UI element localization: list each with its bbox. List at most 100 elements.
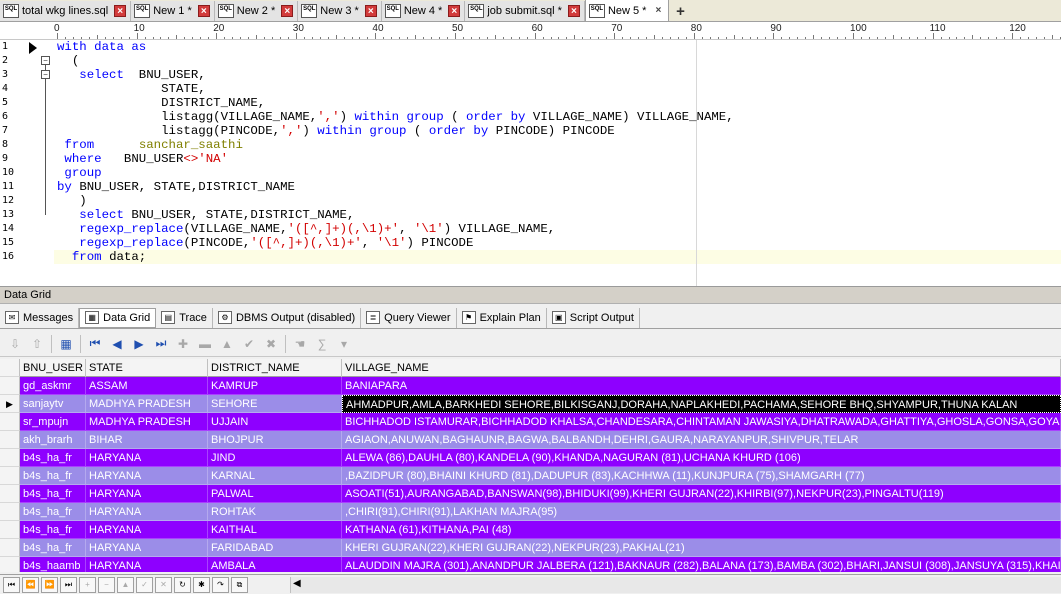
- post-edit-icon[interactable]: ✔: [238, 334, 260, 354]
- column-header[interactable]: VILLAGE_NAME: [342, 359, 1061, 377]
- table-cell[interactable]: HARYANA: [86, 503, 208, 521]
- table-cell[interactable]: b4s_ha_fr: [20, 485, 86, 503]
- table-cell[interactable]: b4s_ha_fr: [20, 449, 86, 467]
- scroll-left-icon[interactable]: ◀: [293, 578, 301, 589]
- row-indicator[interactable]: [0, 503, 20, 521]
- nav-next-page-icon[interactable]: ⏩: [41, 576, 58, 593]
- row-indicator[interactable]: [0, 413, 20, 431]
- fold-toggle-icon[interactable]: −: [41, 70, 50, 79]
- nav-delete-icon[interactable]: −: [98, 576, 115, 593]
- code-line[interactable]: with data as: [57, 40, 146, 54]
- code-line[interactable]: listagg(PINCODE,',') within group ( orde…: [57, 124, 615, 138]
- code-line[interactable]: regexp_replace(PINCODE,'([^,]+)(,\1)+', …: [57, 236, 473, 250]
- table-cell[interactable]: PALWAL: [208, 485, 342, 503]
- new-tab-button[interactable]: +: [669, 1, 691, 21]
- table-cell[interactable]: BIHAR: [86, 431, 208, 449]
- close-tab-icon[interactable]: ×: [281, 5, 294, 17]
- table-cell[interactable]: ALEWA (86),DAUHLA (80),KANDELA (90),KHAN…: [342, 449, 1061, 467]
- results-tab[interactable]: ▣ Script Output: [547, 307, 640, 328]
- insert-record-icon[interactable]: ✚: [172, 334, 194, 354]
- results-tab[interactable]: ⚑ Explain Plan: [457, 307, 547, 328]
- cancel-edit-icon[interactable]: ✖: [260, 334, 282, 354]
- table-cell[interactable]: AMBALA: [208, 557, 342, 572]
- table-cell[interactable]: ALAUDDIN MAJRA (301),ANANDPUR JALBERA (1…: [342, 557, 1061, 572]
- close-tab-icon[interactable]: ×: [197, 5, 210, 17]
- table-cell[interactable]: b4s_ha_fr: [20, 467, 86, 485]
- table-cell[interactable]: sr_mpujn: [20, 413, 86, 431]
- sum-icon[interactable]: ∑: [311, 334, 333, 354]
- table-cell[interactable]: AHMADPUR,AMLA,BARKHEDI SEHORE,BILKISGANJ…: [342, 395, 1061, 413]
- table-cell[interactable]: b4s_haamb: [20, 557, 86, 572]
- table-cell[interactable]: MADHYA PRADESH: [86, 413, 208, 431]
- horizontal-scrollbar[interactable]: ◀: [290, 577, 1061, 593]
- nav-prior-page-icon[interactable]: ⏪: [22, 576, 39, 593]
- prior-record-icon[interactable]: ◀: [106, 334, 128, 354]
- table-row[interactable]: b4s_ha_fr HARYANA ROHTAK ,CHIRI(91),CHIRI(9…: [0, 503, 1061, 521]
- table-row[interactable]: ▶ sanjaytv MADHYA PRADESH SEHORE AHMADPUR,AM…: [0, 395, 1061, 413]
- table-cell[interactable]: UJJAIN: [208, 413, 342, 431]
- nav-goto-bookmark-icon[interactable]: ↷: [212, 576, 229, 593]
- column-header[interactable]: BNU_USER: [20, 359, 86, 377]
- table-cell[interactable]: KAITHAL: [208, 521, 342, 539]
- hand-icon[interactable]: ☚: [289, 334, 311, 354]
- table-row[interactable]: b4s_ha_fr HARYANA JIND ALEWA (86),DAUHLA (8…: [0, 449, 1061, 467]
- table-cell[interactable]: HARYANA: [86, 557, 208, 572]
- table-cell[interactable]: HARYANA: [86, 449, 208, 467]
- table-cell[interactable]: BHOJPUR: [208, 431, 342, 449]
- close-tab-icon[interactable]: ×: [364, 5, 377, 17]
- editor-tab[interactable]: SQL job submit.sql * ×: [465, 1, 585, 21]
- code-line[interactable]: where BNU_USER<>'NA': [57, 152, 228, 166]
- nav-insert-icon[interactable]: +: [79, 576, 96, 593]
- table-cell[interactable]: MADHYA PRADESH: [86, 395, 208, 413]
- table-cell[interactable]: HARYANA: [86, 521, 208, 539]
- code-line[interactable]: select BNU_USER, STATE,DISTRICT_NAME,: [57, 208, 354, 222]
- table-cell[interactable]: SEHORE: [208, 395, 342, 413]
- nav-cancel-icon[interactable]: ✕: [155, 576, 172, 593]
- first-record-icon[interactable]: ⏮: [84, 334, 106, 354]
- table-cell[interactable]: ASOATI(51),AURANGABAD,BANSWAN(98),BHIDUK…: [342, 485, 1061, 503]
- table-cell[interactable]: BANIAPARA: [342, 377, 1061, 395]
- nav-first-icon[interactable]: ⏮: [3, 576, 20, 593]
- close-tab-icon[interactable]: ×: [448, 5, 461, 17]
- table-cell[interactable]: b4s_ha_fr: [20, 539, 86, 557]
- code-line[interactable]: (: [57, 54, 79, 68]
- results-tab[interactable]: ▦ Data Grid: [79, 307, 157, 328]
- code-line[interactable]: STATE,: [57, 82, 206, 96]
- table-cell[interactable]: b4s_ha_fr: [20, 503, 86, 521]
- table-cell[interactable]: ,BAZIDPUR (80),BHAINI KHURD (81),DADUPUR…: [342, 467, 1061, 485]
- row-indicator[interactable]: [0, 467, 20, 485]
- dropdown-icon[interactable]: ▾: [333, 334, 355, 354]
- editor-tab[interactable]: SQL New 3 * ×: [298, 1, 382, 21]
- results-tab[interactable]: ✉ Messages: [0, 307, 80, 328]
- row-indicator[interactable]: [0, 431, 20, 449]
- table-cell[interactable]: b4s_ha_fr: [20, 521, 86, 539]
- code-line[interactable]: DISTRICT_NAME,: [57, 96, 265, 110]
- table-cell[interactable]: ROHTAK: [208, 503, 342, 521]
- table-cell[interactable]: akh_brarh: [20, 431, 86, 449]
- table-cell[interactable]: HARYANA: [86, 539, 208, 557]
- current-row-indicator-icon[interactable]: ▶: [0, 395, 20, 413]
- table-cell[interactable]: KHERI GUJRAN(22),KHERI GUJRAN(22),NEKPUR…: [342, 539, 1061, 557]
- delete-record-icon[interactable]: ▬: [194, 334, 216, 354]
- table-cell[interactable]: KAMRUP: [208, 377, 342, 395]
- data-grid[interactable]: BNU_USER STATE DISTRICT_NAME VILLAGE_NAME g…: [0, 359, 1061, 572]
- nav-post-icon[interactable]: ✓: [136, 576, 153, 593]
- editor-tab[interactable]: SQL New 1 * ×: [131, 1, 215, 21]
- code-line[interactable]: from sanchar_saathi: [57, 138, 243, 152]
- table-cell[interactable]: ,CHIRI(91),CHIRI(91),LAKHAN MAJRA(95): [342, 503, 1061, 521]
- table-cell[interactable]: HARYANA: [86, 467, 208, 485]
- nav-filter-icon[interactable]: ⧉: [231, 576, 248, 593]
- results-tab[interactable]: ⚙ DBMS Output (disabled): [213, 307, 362, 328]
- table-row[interactable]: gd_askmr ASSAM KAMRUP BANIAPARA: [0, 377, 1061, 395]
- table-row[interactable]: b4s_ha_fr HARYANA FARIDABAD KHERI GUJRAN(22…: [0, 539, 1061, 557]
- edit-record-icon[interactable]: ▲: [216, 334, 238, 354]
- nav-edit-icon[interactable]: ▲: [117, 576, 134, 593]
- editor-tab[interactable]: SQL total wkg lines.sql ×: [0, 1, 132, 21]
- code-line[interactable]: group: [57, 166, 101, 180]
- fold-toggle-icon[interactable]: −: [41, 56, 50, 65]
- table-row[interactable]: akh_brarh BIHAR BHOJPUR AGIAON,ANUWAN,BAGHA…: [0, 431, 1061, 449]
- row-indicator[interactable]: [0, 449, 20, 467]
- table-cell[interactable]: FARIDABAD: [208, 539, 342, 557]
- column-header[interactable]: DISTRICT_NAME: [208, 359, 342, 377]
- table-cell[interactable]: KATHANA (61),KITHANA,PAI (48): [342, 521, 1061, 539]
